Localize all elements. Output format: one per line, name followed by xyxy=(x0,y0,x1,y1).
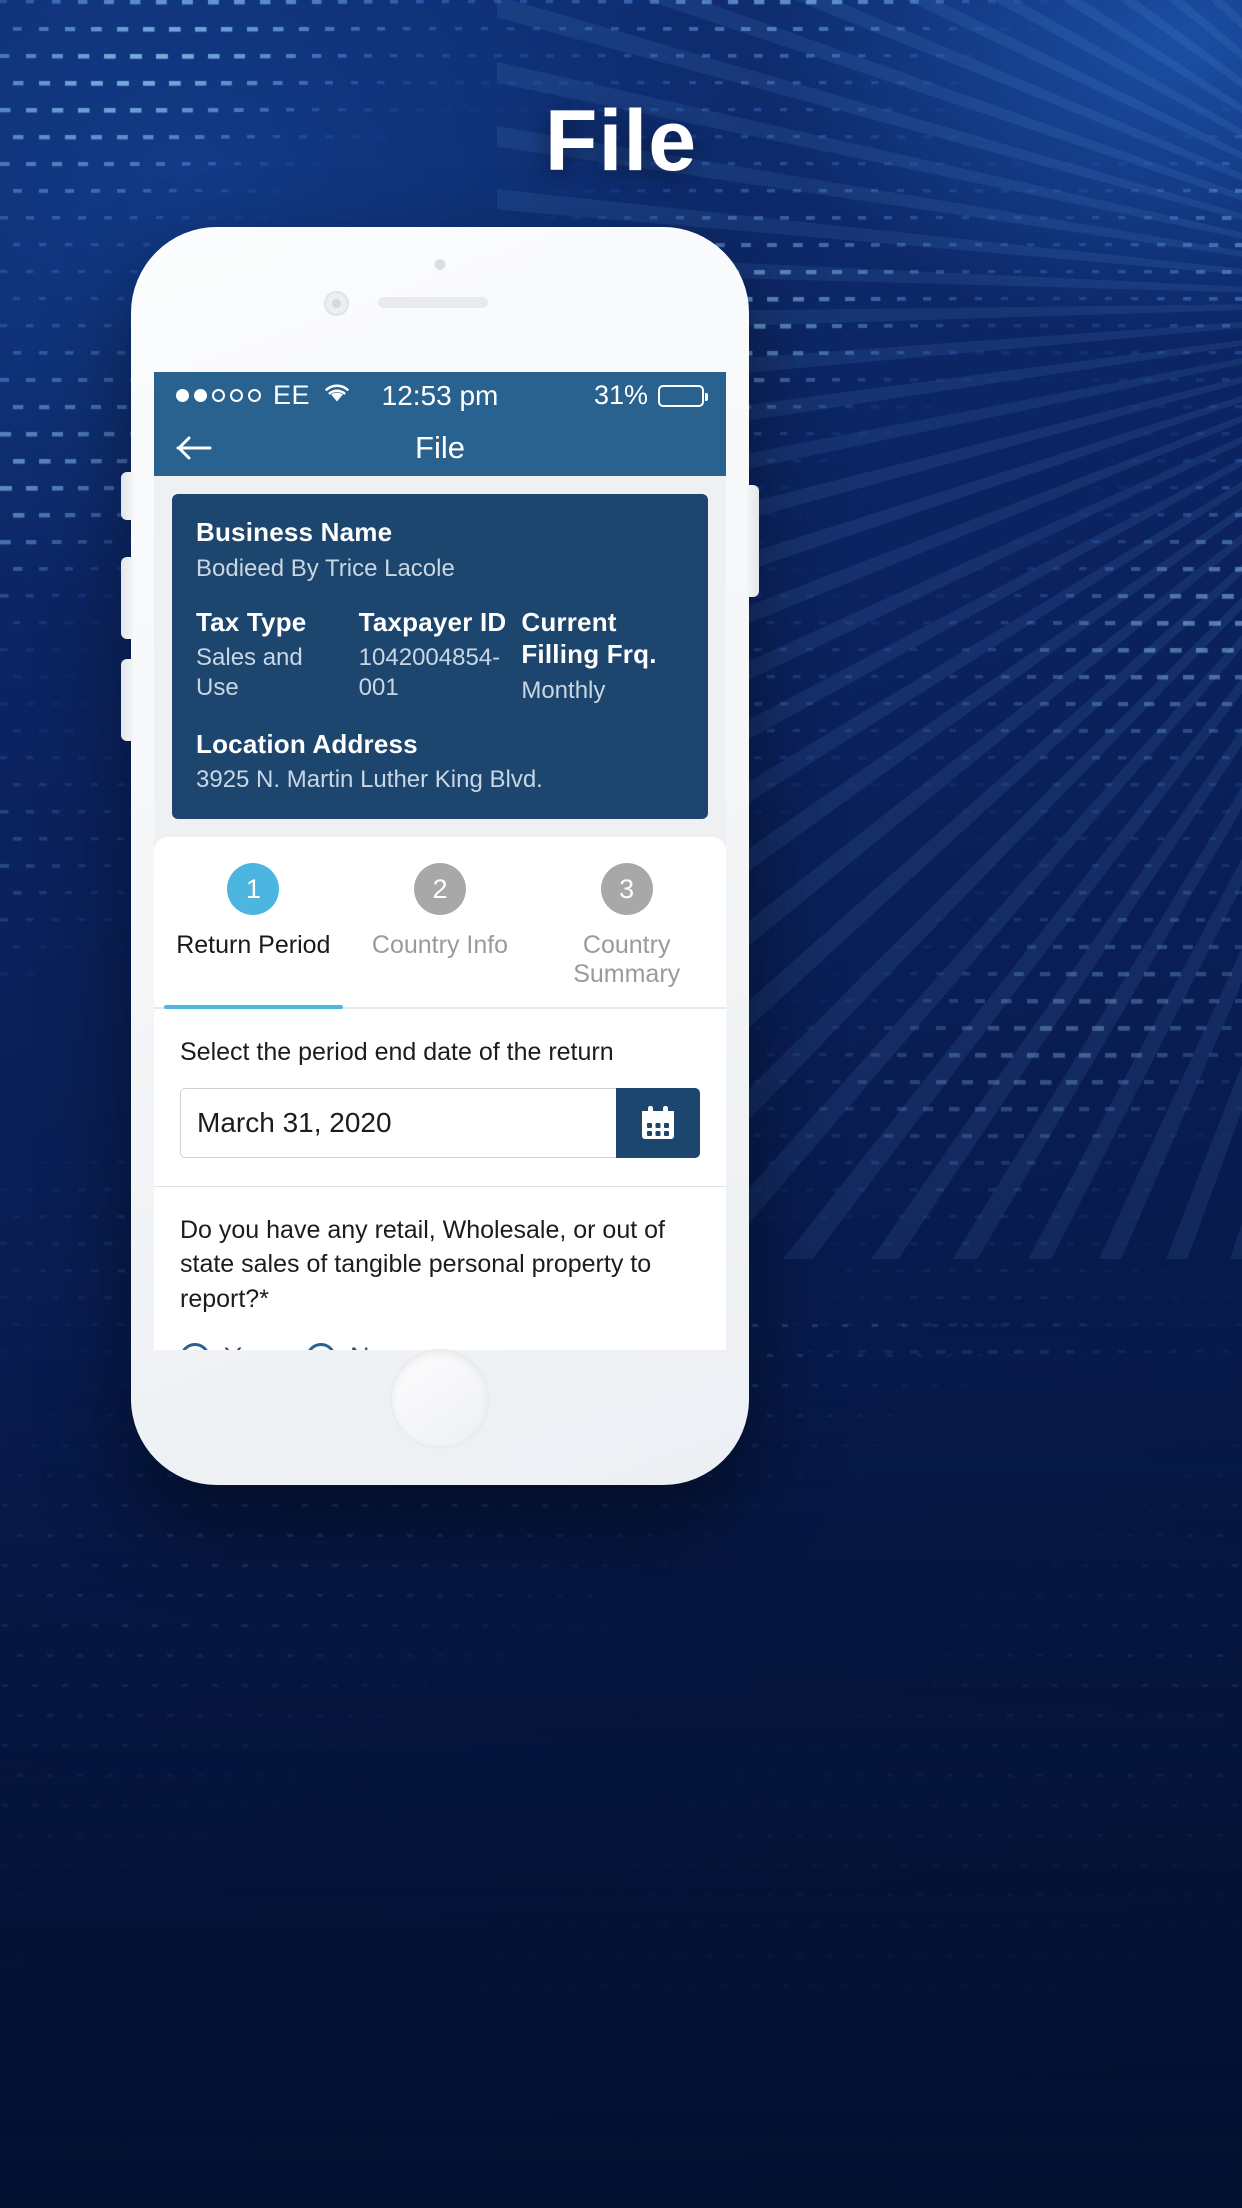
app-nav-bar: File xyxy=(154,419,726,476)
question-1-no-option[interactable]: No xyxy=(306,1342,385,1350)
taxpayer-id-label: Taxpayer ID xyxy=(358,606,507,637)
business-name-value: Bodieed By Trice Lacole xyxy=(196,554,455,582)
tab-country-summary[interactable]: 3 Country Summary xyxy=(533,863,720,1007)
step-number-3: 3 xyxy=(600,863,653,915)
phone-screen: EE 12:53 pm 31% File Business Name Bodie… xyxy=(154,372,726,1350)
radio-empty-icon xyxy=(306,1342,337,1350)
step-number-2: 2 xyxy=(414,863,466,915)
location-address-value: 3925 N. Martin Luther King Blvd. xyxy=(196,766,543,793)
signal-dot xyxy=(212,389,225,402)
radio-filled-icon xyxy=(180,1342,210,1350)
date-input-row xyxy=(180,1087,700,1158)
calendar-picker-button[interactable] xyxy=(616,1087,700,1158)
business-name-label: Business Name xyxy=(196,517,393,547)
phone-power-button xyxy=(747,485,759,597)
location-address-block: Location Address 3925 N. Martin Luther K… xyxy=(196,728,684,796)
form-panel: 1 Return Period 2 Country Info 3 Country… xyxy=(154,837,726,1350)
phone-mute-switch xyxy=(121,472,133,520)
info-card-wrapper: Business Name Bodieed By Trice Lacole Ta… xyxy=(154,476,726,819)
hero-title: File xyxy=(544,93,698,189)
tax-type-label: Tax Type xyxy=(196,606,307,637)
taxpayer-id-value: 1042004854-001 xyxy=(358,644,501,701)
battery-icon xyxy=(658,384,708,407)
filing-frequency-label: Current Filling Frq. xyxy=(521,606,657,670)
signal-dot xyxy=(248,389,261,402)
tab-return-period[interactable]: 1 Return Period xyxy=(160,863,347,1009)
taxpayer-id-block: Taxpayer ID 1042004854-001 xyxy=(359,606,522,706)
carrier-name: EE xyxy=(273,380,311,410)
question-1-text: Do you have any retail, Wholesale, or ou… xyxy=(180,1215,665,1313)
step-label-3: Country Summary xyxy=(573,931,681,988)
status-bar-right: 31% xyxy=(593,380,708,411)
signal-dot xyxy=(194,389,207,402)
location-address-label: Location Address xyxy=(196,728,418,759)
step-number-1: 1 xyxy=(227,863,280,915)
question-1-yes-label: Yes xyxy=(224,1342,268,1350)
period-end-date-input[interactable] xyxy=(180,1087,616,1158)
tab-country-info[interactable]: 2 Country Info xyxy=(347,863,534,1007)
wifi-icon xyxy=(322,381,352,410)
signal-strength-icon xyxy=(176,389,261,402)
info-card-row: Tax Type Sales and Use Taxpayer ID 10420… xyxy=(196,606,684,706)
step-tabs: 1 Return Period 2 Country Info 3 Country… xyxy=(154,837,726,1009)
question-1-yes-option[interactable]: Yes xyxy=(180,1342,268,1350)
page-title: File xyxy=(415,429,465,465)
earpiece-speaker xyxy=(378,297,488,308)
retail-sales-question-section: Do you have any retail, Wholesale, or ou… xyxy=(154,1187,726,1350)
question-1-radio-group: Yes No xyxy=(180,1342,700,1350)
battery-percent-label: 31% xyxy=(593,380,648,410)
business-info-card: Business Name Bodieed By Trice Lacole Ta… xyxy=(172,494,708,819)
phone-volume-up-button xyxy=(121,557,133,639)
calendar-icon xyxy=(642,1105,674,1139)
question-1-no-label: No xyxy=(350,1342,385,1350)
signal-dot xyxy=(230,389,243,402)
step-label-1: Return Period xyxy=(176,931,331,959)
front-camera xyxy=(434,259,446,270)
period-end-date-section: Select the period end date of the return xyxy=(154,1009,726,1187)
signal-dot xyxy=(176,389,189,402)
filing-frequency-value: Monthly xyxy=(521,676,606,704)
tax-type-block: Tax Type Sales and Use xyxy=(196,606,359,706)
proximity-sensor xyxy=(324,291,349,316)
phone-mockup: EE 12:53 pm 31% File Business Name Bodie… xyxy=(121,227,759,1485)
status-bar: EE 12:53 pm 31% xyxy=(154,372,726,419)
tax-type-value: Sales and Use xyxy=(196,644,303,701)
filing-frequency-block: Current Filling Frq. Monthly xyxy=(521,606,684,706)
date-question-label: Select the period end date of the return xyxy=(180,1038,614,1066)
phone-volume-down-button xyxy=(121,659,133,741)
step-label-2: Country Info xyxy=(371,931,509,959)
home-button[interactable] xyxy=(392,1351,488,1447)
